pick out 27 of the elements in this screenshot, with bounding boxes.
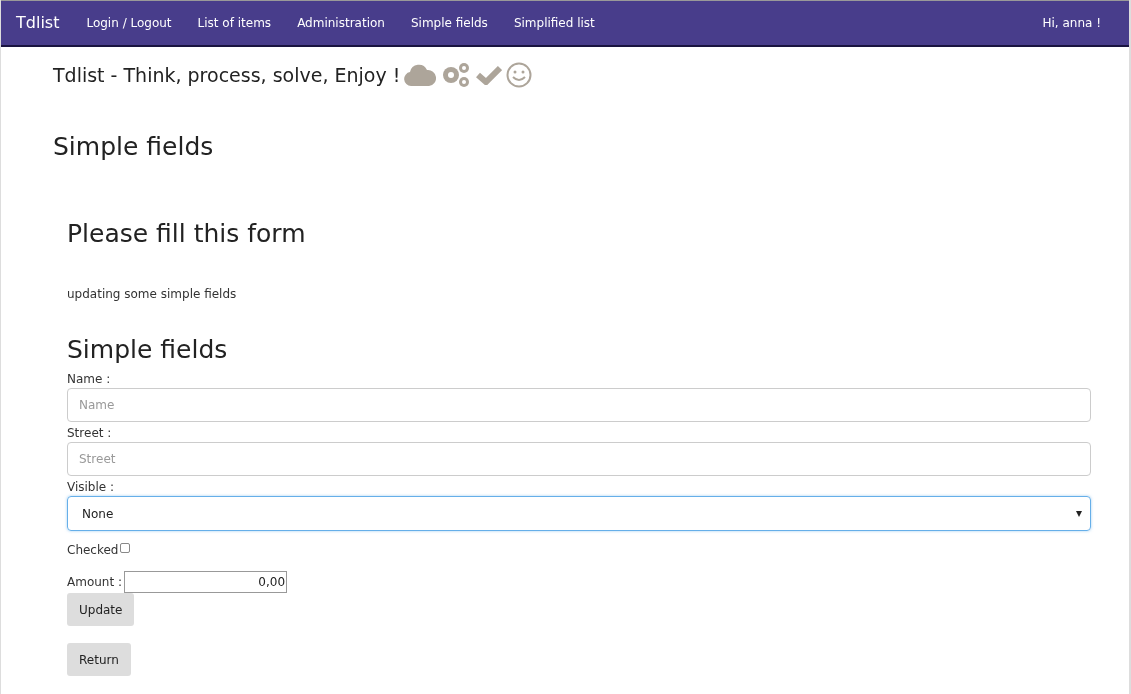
field-label: Visible :: [67, 479, 116, 496]
form-heading: Please fill this form: [67, 218, 307, 250]
section-title: Simple fields: [67, 333, 229, 366]
form-button[interactable]: Update: [67, 593, 135, 626]
checkmark-icon: [476, 65, 503, 86]
nav-link[interactable]: Login / Logout: [73, 14, 185, 32]
page-title: Simple fields: [52, 130, 215, 163]
field-label: Street :: [67, 425, 113, 442]
cloud-icon: [404, 64, 437, 87]
field-label: Name :: [67, 371, 112, 388]
visibility-dropdown[interactable]: None: [67, 496, 1091, 531]
checkbox-label: Checked: [67, 542, 119, 559]
brand-link[interactable]: Tdlist: [16, 11, 60, 35]
amount-field[interactable]: 0,00: [124, 571, 287, 593]
checkbox[interactable]: [119, 543, 130, 553]
form-button[interactable]: Return: [67, 643, 131, 676]
user-greeting[interactable]: Hi, anna !: [1042, 14, 1101, 32]
text-field[interactable]: Street: [67, 442, 1091, 476]
nav-link[interactable]: Administration: [284, 14, 398, 32]
tagline: Tdlist - Think, process, solve, Enjoy !: [53, 63, 401, 88]
nav-link[interactable]: Simple fields: [397, 14, 501, 32]
text-field[interactable]: Name: [67, 388, 1091, 422]
smiley-icon: [506, 62, 533, 89]
nav-link[interactable]: Simplified list: [500, 14, 608, 32]
nav-link[interactable]: List of items: [184, 14, 285, 32]
amount-label: Amount :: [67, 574, 122, 591]
form-description: updating some simple fields: [67, 285, 238, 303]
